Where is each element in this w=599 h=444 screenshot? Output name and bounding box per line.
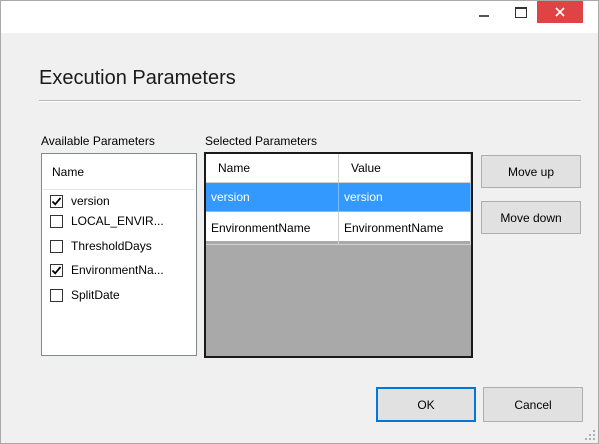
minimize-icon: [479, 15, 489, 17]
list-item-split-date[interactable]: SplitDate: [50, 285, 196, 305]
list-item-label: EnvironmentNa...: [71, 263, 164, 277]
column-header-name: Name: [52, 165, 85, 179]
available-list-header[interactable]: Name: [43, 155, 195, 190]
list-item-label: version: [71, 194, 110, 208]
selected-parameters-label: Selected Parameters: [205, 134, 318, 148]
list-item-environment-name[interactable]: EnvironmentNa...: [50, 260, 196, 280]
list-item-threshold-days[interactable]: ThresholdDays: [50, 236, 196, 256]
available-parameters-list[interactable]: Name version LOCAL_ENVIR... ThresholdDay…: [41, 153, 197, 356]
ok-button[interactable]: OK: [376, 387, 476, 422]
maximize-icon: [515, 6, 527, 18]
heading-divider: [39, 100, 581, 102]
minimize-button[interactable]: [469, 1, 499, 23]
cell-value[interactable]: EnvironmentName: [339, 212, 471, 245]
cancel-button[interactable]: Cancel: [483, 387, 583, 422]
checkbox-version[interactable]: [50, 194, 63, 208]
checkbox-environment-name[interactable]: [50, 263, 63, 277]
move-down-button[interactable]: Move down: [481, 201, 581, 234]
dialog-heading: Execution Parameters: [39, 67, 236, 89]
checkbox-split-date[interactable]: [50, 288, 63, 302]
checkmark-icon: [51, 196, 62, 206]
cell-name[interactable]: EnvironmentName: [206, 212, 339, 245]
checkbox-threshold-days[interactable]: [50, 239, 63, 253]
list-item-label: LOCAL_ENVIR...: [71, 214, 164, 228]
dialog-window: Execution Parameters Available Parameter…: [0, 0, 599, 444]
checkbox-local-envir[interactable]: [50, 214, 63, 228]
close-icon: [555, 7, 565, 17]
grid-header-row: Name Value: [206, 154, 471, 183]
list-item-label: ThresholdDays: [71, 239, 152, 253]
column-header-value[interactable]: Value: [339, 154, 471, 183]
list-item-label: SplitDate: [71, 288, 120, 302]
table-row[interactable]: EnvironmentName EnvironmentName: [206, 212, 471, 245]
selected-parameters-grid[interactable]: Name Value version version EnvironmentNa…: [204, 152, 473, 358]
checkmark-icon: [51, 265, 62, 275]
move-up-button[interactable]: Move up: [481, 155, 581, 188]
cell-name[interactable]: version: [206, 183, 339, 212]
title-bar: [1, 1, 598, 33]
close-button[interactable]: [537, 1, 583, 23]
table-row[interactable]: version version: [206, 183, 471, 212]
list-item-version[interactable]: version: [50, 191, 196, 211]
available-parameters-label: Available Parameters: [41, 134, 155, 148]
cell-value[interactable]: version: [339, 183, 471, 212]
maximize-button[interactable]: [506, 1, 536, 23]
list-item-local-envir[interactable]: LOCAL_ENVIR...: [50, 211, 196, 231]
column-header-name[interactable]: Name: [206, 154, 339, 183]
resize-grip-icon[interactable]: [585, 430, 595, 440]
